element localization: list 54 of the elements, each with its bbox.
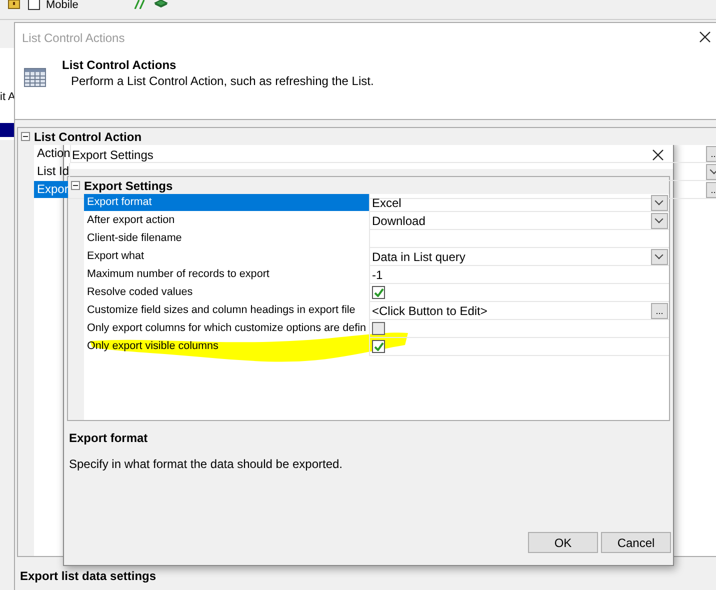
ellipsis-button[interactable]: ...	[706, 182, 716, 198]
lock-icon[interactable]	[8, 0, 20, 9]
property-name[interactable]: After export action	[84, 212, 369, 229]
property-name[interactable]: List Id	[34, 163, 70, 180]
description-text: Specify in what format the data should be exported.	[69, 457, 344, 471]
ellipsis-button[interactable]: ...	[651, 302, 668, 318]
book-icon[interactable]	[154, 0, 168, 8]
property-name[interactable]: Export format	[84, 194, 369, 211]
value-cell[interactable]: <Click Button to Edit> ...	[369, 302, 669, 320]
checkbox[interactable]	[372, 340, 385, 353]
property-value[interactable]: Excel	[372, 196, 651, 210]
value-cell[interactable]	[369, 230, 669, 248]
table-icon	[24, 68, 46, 87]
dialog-title: Export Settings	[72, 148, 154, 162]
section-title: Export Settings	[84, 178, 173, 192]
dialog-button[interactable]: Cancel	[601, 532, 671, 553]
description-title: Export format	[69, 431, 149, 445]
property-name[interactable]: Maximum number of records to export	[84, 266, 369, 283]
value-cell[interactable]: -1	[369, 266, 669, 284]
property-value[interactable]: <Click Button to Edit>	[372, 304, 651, 318]
property-name[interactable]: Export what	[84, 248, 369, 265]
property-name[interactable]: Customize field sizes and column headings in export file	[84, 302, 369, 319]
close-icon[interactable]	[652, 149, 664, 161]
mobile-checkbox[interactable]	[28, 0, 40, 10]
property-value[interactable]: Download	[372, 214, 651, 228]
property-name[interactable]: Action	[34, 145, 70, 162]
close-icon[interactable]	[699, 31, 711, 43]
value-cell[interactable]: Download	[369, 212, 669, 230]
collapse-toggle[interactable]	[71, 181, 80, 190]
property-name[interactable]: Expor	[34, 181, 68, 198]
dropdown-button[interactable]	[651, 248, 668, 264]
dialog-button[interactable]: OK	[528, 532, 598, 553]
header-title: List Control Actions	[62, 58, 178, 72]
property-value[interactable]: -1	[372, 268, 669, 282]
checkbox[interactable]	[372, 286, 385, 299]
section-title: List Control Action	[34, 130, 142, 144]
checkbox[interactable]	[372, 322, 385, 335]
collapse-toggle[interactable]	[21, 132, 30, 141]
value-cell[interactable]: Data in List query	[369, 248, 669, 266]
property-name[interactable]: Client-side filename	[84, 230, 369, 247]
value-cell[interactable]	[369, 284, 669, 302]
footer-title: Export list data settings	[20, 569, 156, 583]
property-value[interactable]: Data in List query	[372, 250, 651, 264]
property-name[interactable]: Only export columns for which customize options are defin	[84, 320, 369, 337]
value-cell[interactable]	[369, 320, 669, 338]
value-cell[interactable]	[369, 338, 669, 356]
dropdown-button[interactable]	[651, 212, 668, 228]
header-description: Perform a List Control Action, such as refreshing the List.	[70, 74, 374, 88]
checkbox-label: Mobile	[46, 0, 78, 11]
value-cell[interactable]: Excel	[369, 194, 669, 212]
dropdown-button[interactable]	[651, 194, 668, 210]
ellipsis-button[interactable]: ...	[706, 146, 716, 162]
dialog-title: List Control Actions	[22, 31, 125, 45]
property-name[interactable]: Resolve coded values	[84, 284, 369, 301]
